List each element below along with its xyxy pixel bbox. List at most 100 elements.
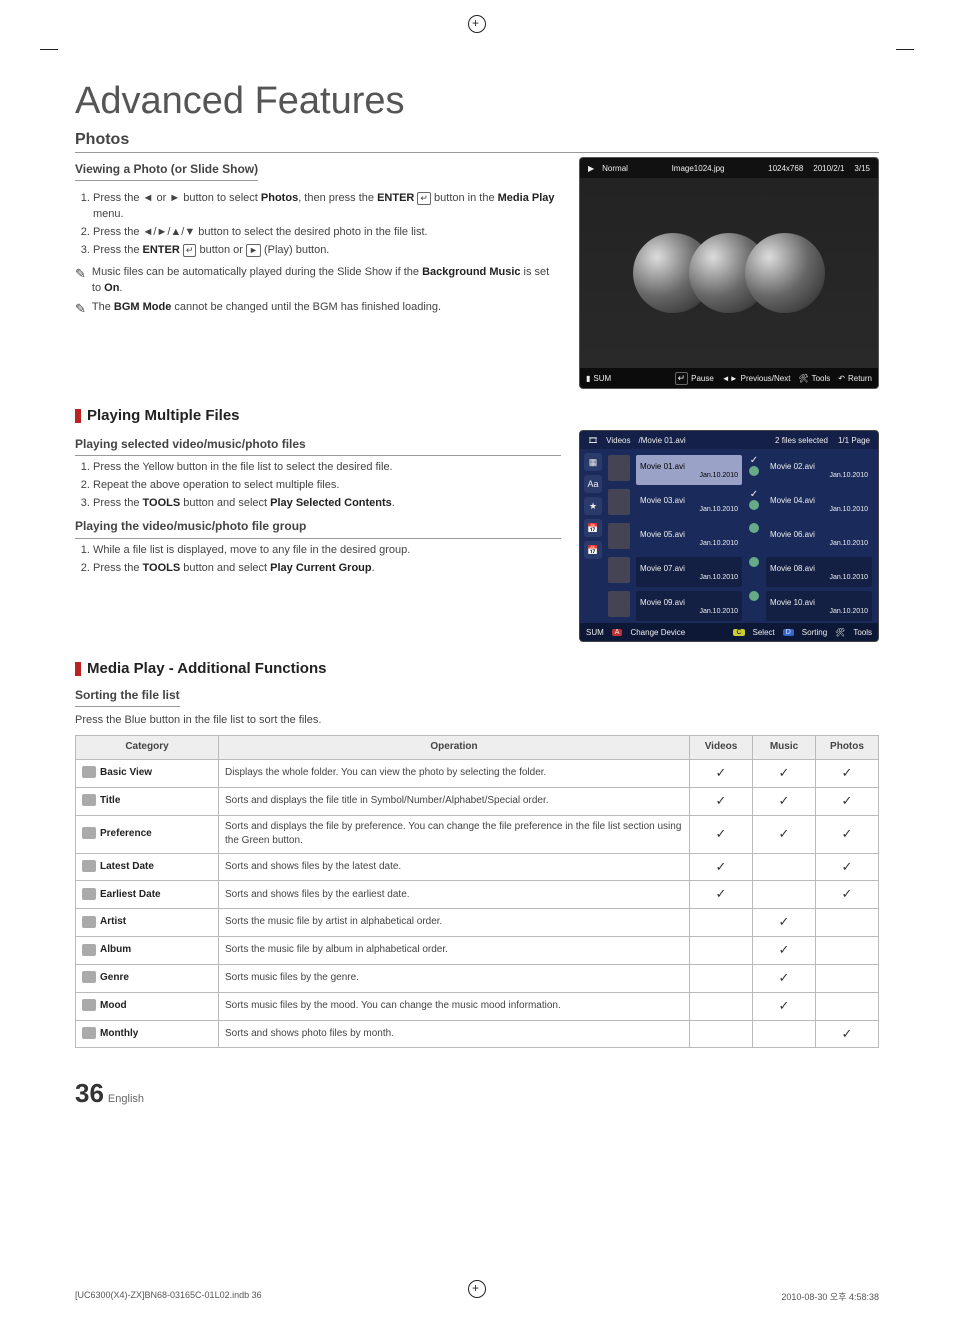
category-icon — [82, 860, 96, 872]
sidebar-pref-icon: ★ — [584, 497, 602, 515]
photo-steps: Press the ◄ or ► button to select Photos… — [75, 191, 561, 259]
change-device-hint: Change Device — [630, 628, 685, 637]
category-icon — [82, 971, 96, 983]
file-thumb — [608, 489, 630, 515]
tab-videos: Videos — [606, 436, 630, 445]
table-row: Preference Sorts and displays the file b… — [76, 815, 879, 853]
file-cell: Movie 01.aviJan.10.2010 — [636, 455, 742, 485]
file-cell: Movie 06.aviJan.10.2010 — [766, 523, 872, 553]
crop-mark-tr — [896, 40, 914, 56]
file-list-panel: 🎞 Videos /Movie 01.avi 2 files selected … — [579, 430, 879, 642]
file-cell: Movie 09.aviJan.10.2010 — [636, 591, 742, 621]
tools-hint: 🛠Tools — [798, 374, 830, 383]
step-3: Press the ENTER ↵ button or ► (Play) but… — [93, 243, 561, 259]
file-cell: Movie 07.aviJan.10.2010 — [636, 557, 742, 587]
section-photos: Photos — [75, 131, 879, 153]
sorting-hint: Sorting — [802, 628, 827, 637]
section-additional: Media Play - Additional Functions — [75, 660, 879, 677]
device-sum: SUM — [586, 628, 604, 637]
table-row: Latest Date Sorts and shows files by the… — [76, 853, 879, 881]
file-cell: Movie 08.aviJan.10.2010 — [766, 557, 872, 587]
photo-index: 3/15 — [854, 164, 870, 173]
pause-hint: ↵Pause — [675, 372, 714, 385]
subsection-group: Playing the video/music/photo file group — [75, 518, 561, 538]
prevnext-hint: ◄►Previous/Next — [722, 374, 791, 383]
crop-mark-tl — [40, 40, 58, 56]
sidebar-date-icon: 📅 — [584, 519, 602, 537]
grp-step-2: Press the TOOLS button and select Play C… — [93, 561, 561, 577]
table-row: Mood Sorts music files by the mood. You … — [76, 992, 879, 1020]
note-bgm: ✎The BGM Mode cannot be changed until th… — [75, 300, 561, 319]
arrows-icon: ◄► — [722, 374, 738, 383]
page-indicator: 1/1 Page — [838, 436, 870, 445]
category-icon — [82, 999, 96, 1011]
file-cell: Movie 02.aviJan.10.2010 — [766, 455, 872, 485]
yellow-hint: C — [733, 629, 744, 636]
sidebar-title-icon: Aa — [584, 475, 602, 493]
file-thumb — [608, 591, 630, 617]
file-thumb — [608, 523, 630, 549]
table-row: Monthly Sorts and shows photo files by m… — [76, 1020, 879, 1048]
sort-sidebar: ▦ Aa ★ 📅 📅 — [584, 453, 604, 559]
category-icon — [82, 827, 96, 839]
category-icon — [82, 916, 96, 928]
tools-icon: 🛠 — [835, 628, 845, 637]
file-cell: Movie 03.aviJan.10.2010 — [636, 489, 742, 519]
media-icon: 🎞 — [588, 436, 598, 445]
page-number: 36English — [75, 1078, 879, 1109]
tools-hint: Tools — [853, 628, 872, 637]
category-icon — [82, 766, 96, 778]
device-icon: ▮ — [586, 374, 590, 383]
subsection-sorting: Sorting the file list — [75, 687, 180, 707]
red-hint: A — [612, 629, 623, 636]
category-icon — [82, 794, 96, 806]
photo-preview-panel: ▶ Normal Image1024.jpg 1024x768 2010/2/1… — [579, 157, 879, 389]
selection-count: 2 files selected — [775, 436, 828, 445]
category-icon — [82, 1027, 96, 1039]
sidebar-date2-icon: 📅 — [584, 541, 602, 559]
th-music: Music — [753, 736, 816, 760]
tools-icon: 🛠 — [798, 374, 808, 383]
file-cell: Movie 05.aviJan.10.2010 — [636, 523, 742, 553]
select-hint: Select — [753, 628, 775, 637]
step-1: Press the ◄ or ► button to select Photos… — [93, 191, 561, 223]
note-icon: ✎ — [75, 265, 86, 297]
check-icon — [748, 557, 760, 587]
selected-steps: Press the Yellow button in the file list… — [75, 460, 561, 512]
current-path: /Movie 01.avi — [638, 436, 685, 445]
return-hint: ↶Return — [838, 374, 872, 383]
category-icon — [82, 888, 96, 900]
note-music: ✎Music files can be automatically played… — [75, 265, 561, 297]
sel-step-3: Press the TOOLS button and select Play S… — [93, 496, 561, 512]
table-row: Genre Sorts music files by the genre. ✓ — [76, 964, 879, 992]
sidebar-folder-icon: ▦ — [584, 453, 602, 471]
footer-right: 2010-08-30 오후 4:58:38 — [781, 1290, 879, 1303]
photo-date: 2010/2/1 — [813, 164, 844, 173]
footer-left: [UC6300(X4)-ZX]BN68-03165C-01L02.indb 36 — [75, 1290, 262, 1303]
check-icon: ✓ — [748, 489, 760, 519]
photo-content — [580, 178, 878, 368]
sel-step-1: Press the Yellow button in the file list… — [93, 460, 561, 476]
table-row: Artist Sorts the music file by artist in… — [76, 909, 879, 937]
th-category: Category — [76, 736, 219, 760]
check-icon — [748, 591, 760, 621]
table-row: Title Sorts and displays the file title … — [76, 787, 879, 815]
th-photos: Photos — [816, 736, 879, 760]
page-title: Advanced Features — [75, 80, 879, 123]
return-icon: ↶ — [838, 374, 845, 383]
category-icon — [82, 944, 96, 956]
play-state-icon: ▶ — [588, 164, 594, 173]
sorting-intro: Press the Blue button in the file list t… — [75, 714, 321, 726]
enter-icon: ↵ — [675, 372, 689, 385]
device-sum: ▮SUM — [586, 374, 611, 383]
file-thumb — [608, 455, 630, 481]
check-icon: ✓ — [748, 455, 760, 485]
th-operation: Operation — [219, 736, 690, 760]
check-icon — [748, 523, 760, 553]
subsection-selected: Playing selected video/music/photo files — [75, 436, 561, 456]
group-steps: While a file list is displayed, move to … — [75, 543, 561, 577]
subsection-viewing: Viewing a Photo (or Slide Show) — [75, 161, 258, 181]
play-mode: Normal — [602, 164, 628, 173]
file-cell: Movie 04.aviJan.10.2010 — [766, 489, 872, 519]
file-cell: Movie 10.aviJan.10.2010 — [766, 591, 872, 621]
